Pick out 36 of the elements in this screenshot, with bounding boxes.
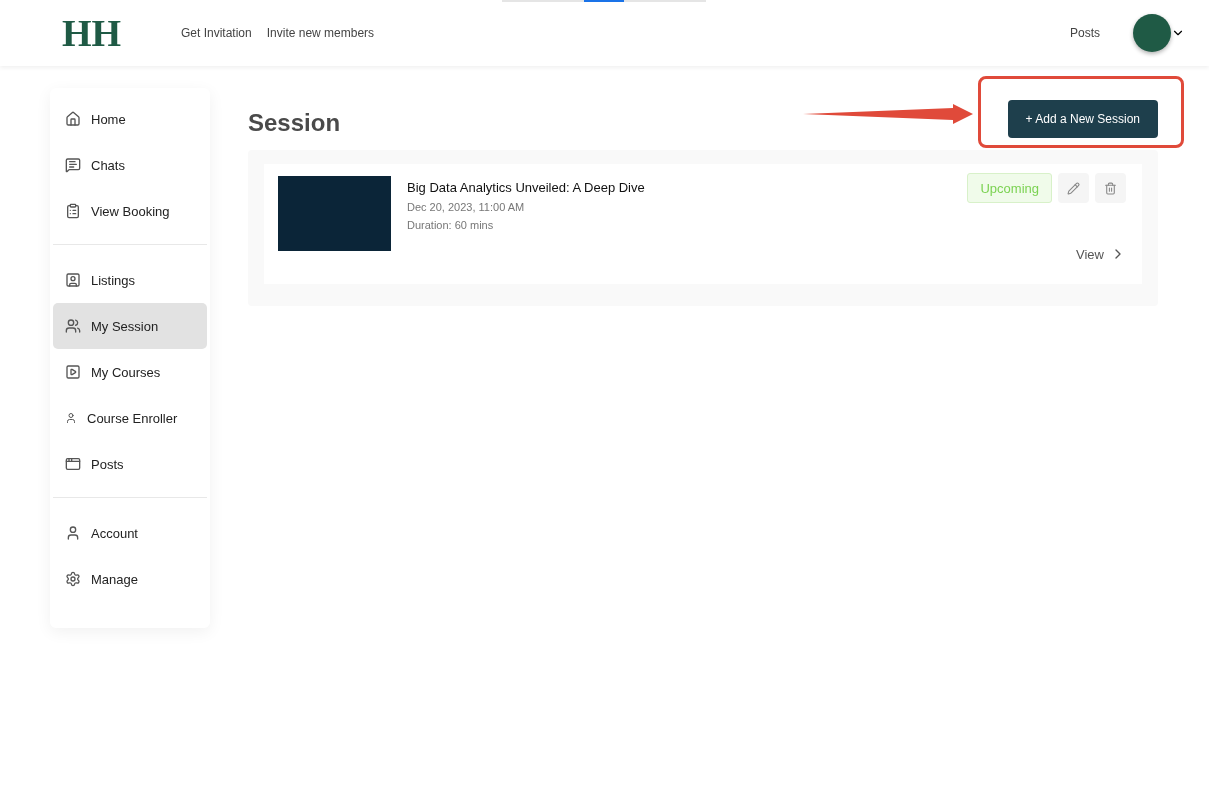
sidebar-item[interactable]: Account xyxy=(53,510,207,556)
delete-button[interactable] xyxy=(1095,173,1126,203)
clipboard-icon xyxy=(65,203,81,219)
nav-link[interactable]: Get Invitation xyxy=(181,26,252,40)
sidebar-item[interactable]: Course Enroller xyxy=(53,395,207,441)
nav-link[interactable]: Invite new members xyxy=(266,26,375,40)
session-duration: Duration: 60 mins xyxy=(407,219,495,231)
nav-link[interactable]: Posts xyxy=(1070,26,1100,40)
sidebar-item[interactable]: Posts xyxy=(53,441,207,487)
sidebar-item[interactable]: Chats xyxy=(53,142,207,188)
users-icon xyxy=(65,318,81,334)
chat-icon xyxy=(65,157,81,173)
avatar[interactable] xyxy=(1133,14,1171,52)
page-title: Session xyxy=(248,109,341,137)
sidebar-item[interactable]: My Courses xyxy=(53,349,207,395)
home-icon xyxy=(65,111,81,127)
sidebar-item[interactable]: Home xyxy=(53,96,207,142)
sidebar-item[interactable]: Manage xyxy=(53,556,207,602)
session-title: Big Data Analytics Unveiled: A Deep Dive xyxy=(407,180,645,195)
pencil-icon xyxy=(1067,181,1080,195)
window-icon xyxy=(65,456,81,472)
logo: HH xyxy=(62,11,123,55)
play-icon xyxy=(65,364,81,380)
person-icon xyxy=(65,525,81,541)
session-date: Dec 20, 2023, 11:00 AM xyxy=(407,201,526,213)
edit-button[interactable] xyxy=(1058,173,1089,203)
status-badge: Upcoming xyxy=(967,173,1052,203)
person-icon xyxy=(65,412,77,424)
portrait-icon xyxy=(65,272,81,288)
add-session-button[interactable]: + Add a New Session xyxy=(1007,100,1158,138)
settings-icon xyxy=(65,571,81,587)
view-link[interactable]: View xyxy=(1076,246,1126,262)
sidebar-item[interactable]: My Session xyxy=(53,303,207,349)
sidebar-item[interactable]: View Booking xyxy=(53,188,207,234)
sidebar-item[interactable]: Listings xyxy=(53,257,207,303)
trash-icon xyxy=(1104,181,1117,195)
